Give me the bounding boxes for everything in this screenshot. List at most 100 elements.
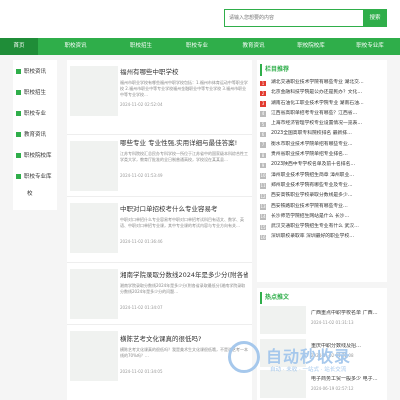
ranking-item-label: 湖南石油化工职业技术学院专业 湖南石油… [271, 100, 364, 106]
article-thumbnail[interactable] [70, 203, 118, 253]
list-item[interactable]: 中职对口单招校考什么专业容易考 中职对口单招什么专业容易考中职对口单招考试科目有… [67, 197, 252, 263]
search-box: 搜索 [224, 9, 387, 27]
article-title[interactable]: 中职对口单招校考什么专业容易考 [120, 205, 248, 214]
sidebar-item-majors[interactable]: 职校专业 [13, 104, 57, 124]
ranking-item[interactable]: 7 衡水市职业技术学院单招有哪些专业… [259, 140, 385, 150]
hot-post-date: 2024-06-19 02:57:12 [311, 386, 354, 391]
ranking-item[interactable]: 9 2023陕西中专学校名单及前十名排名… [259, 160, 385, 170]
sidebar-item-label: 职校资讯 [24, 69, 47, 75]
ranking-item[interactable]: 14 长沙师范学院招生网站是什么 长沙… [259, 212, 385, 222]
nav-major-database[interactable]: 职校专业库 [340, 38, 400, 55]
ranking-item[interactable]: 5 上海市经济管理学校专业设置情况一览表… [259, 119, 385, 129]
sidebar-item-vocational-news[interactable]: 职校资讯 [13, 62, 57, 82]
rank-badge: 12 [260, 193, 266, 200]
article-date: 2024-11-02 01:34:07 [120, 305, 163, 310]
nav-home[interactable]: 首页 [0, 38, 38, 55]
ranking-title: 栏目推荐 [260, 64, 384, 76]
rank-badge: 14 [260, 214, 266, 220]
rank-badge: 1 [260, 80, 266, 86]
search-input[interactable] [225, 10, 365, 26]
rank-badge: 11 [260, 183, 266, 189]
sidebar-item-admissions[interactable]: 职校招生 [13, 83, 57, 103]
ranking-item[interactable]: 3 湖南石油化工职业技术学院专业 湖南石油… [259, 99, 385, 109]
article-excerpt: 中职对口单招什么专业容易考中职对口单招考试科目有语文、数学、英语、中职对口单招专… [120, 217, 244, 228]
ranking-item-label: 北京金融科技学院是公办还是民办？文化… [271, 90, 363, 96]
article-title[interactable]: 福州有哪些中职学校 [120, 68, 248, 77]
bullet-icon [16, 153, 21, 158]
article-date: 2024-11-02 01:36:46 [120, 239, 163, 244]
rank-badge: 3 [260, 101, 266, 107]
ranking-item-label: 2023陕西中专学校名单及前十名排名… [271, 162, 356, 168]
ranking-item-label: 湖北交通职业技术学院有哪些专业 湖北交… [271, 80, 364, 85]
ranking-item-label: 郑州职业技术学院有哪些专业及专业… [271, 182, 353, 188]
sidebar-item-education-news[interactable]: 教育资讯 [13, 125, 57, 145]
ranking-item[interactable]: 4 江西省高职单招考专业有哪些？江西省… [259, 109, 385, 119]
rank-badge: 13 [260, 204, 266, 210]
bullet-icon [16, 69, 21, 74]
nav-admissions[interactable]: 职校招生 [113, 38, 169, 55]
ranking-item[interactable]: 15 武汉交通职业学院招生专业有什么 武汉… [259, 222, 385, 232]
rank-badge: 8 [260, 152, 266, 159]
sidebar-overflow-text: 校 [27, 191, 33, 197]
ranking-item[interactable]: 6 2023全国高职专科院校排名 最新排… [259, 129, 385, 139]
article-thumbnail[interactable] [70, 331, 118, 381]
bullet-icon [16, 111, 21, 116]
ranking-item[interactable]: 1 湖北交通职业技术学院有哪些专业 湖北交… [259, 78, 385, 88]
article-thumbnail[interactable] [70, 66, 118, 116]
ranking-item[interactable]: 16 深圳职校录取率 深圳最好的职业学校… [259, 232, 385, 242]
ranking-item-label: 西安高铁职业学校录取分数线是多少… [271, 193, 353, 199]
search-button[interactable]: 搜索 [363, 9, 387, 27]
ranking-item-label: 长沙师范学院招生网站是什么 长沙… [271, 213, 350, 219]
watermark-sub-text: 自动 · 未收 · 一站式 · 站长交流 [270, 367, 347, 373]
rank-badge: 7 [260, 142, 266, 148]
rank-badge: 5 [260, 121, 266, 128]
sidebar-item-label: 教育资讯 [24, 132, 47, 138]
rank-badge: 10 [260, 173, 266, 179]
nav-education-news[interactable]: 教育资讯 [225, 38, 282, 55]
hot-thumbnail[interactable] [260, 306, 306, 334]
article-excerpt: 江苏专科院校汇总民办专科学校一所位于江苏省中的国家级本科综合性工学类大学，教育厅… [120, 151, 248, 162]
rank-badge: 16 [260, 234, 266, 241]
ranking-item-label: 深圳职校录取率 深圳最好的职业学校… [271, 234, 355, 240]
ranking-item-label: 江西省高职单招考专业有哪些？江西省… [271, 110, 358, 116]
main-nav: 首页 职校资讯 职校招生 职校专业 教育资讯 职校院校库 职校专业库 [0, 38, 400, 55]
article-thumbnail[interactable] [70, 269, 118, 319]
list-item[interactable]: 广西重点中职学校名单 广西… 2024-11-02 01:31:13 [257, 306, 387, 336]
sidebar-item-label: 职校招生 [24, 90, 47, 96]
article-date: 2024-11-02 02:52:04 [120, 102, 163, 107]
ranking-item[interactable]: 10 漳州职业技术学院招生简章 漳州职业… [259, 171, 385, 181]
ranking-item[interactable]: 13 西安铁路职业技术学院有哪些专业… [259, 202, 385, 212]
ranking-box: 栏目推荐 1 湖北交通职业技术学院有哪些专业 湖北交… 2 北京金融科技学院是公办还… [257, 60, 387, 282]
rank-badge: 6 [260, 131, 266, 138]
sidebar-item-school-database[interactable]: 职校院校库 [13, 146, 57, 166]
list-item[interactable]: 湘南学院录取分数线2024年是多少分(附各省录取最低… 湘南学院录取分数线202… [67, 263, 252, 325]
article-date: 2024-11-02 01:53:49 [120, 173, 163, 178]
ranking-item-label: 2023全国高职专科院校排名 最新排… [271, 131, 352, 137]
ranking-item-label: 西安铁路职业技术学院有哪些专业… [271, 203, 348, 209]
list-item[interactable]: 福州有哪些中职学校 福州市职业学校有哪些福州中职学校包括：1.福州市体育运动中等… [67, 60, 252, 135]
hot-post-date: 2024-11-02 01:31:13 [311, 320, 354, 325]
hot-post-title[interactable]: 广西重点中职学校名单 广西… [311, 310, 385, 317]
ranking-item-label: 武汉交通职业学院招生专业有什么 武汉… [271, 224, 359, 230]
sidebar: 职校资讯 职校招生 职校专业 教育资讯 职校院校库 职校专业库 校 [13, 60, 57, 210]
ranking-item-label: 衡水市职业技术学院单招有哪些专业… [271, 141, 353, 147]
ranking-item-label: 贵州省职业技术学院单招专业排名… [271, 152, 348, 158]
sidebar-item-label: 职校院校库 [24, 153, 52, 159]
bullet-icon [16, 90, 21, 95]
hot-post-title[interactable]: 电子商务工贸一般多少 电子… [311, 376, 385, 383]
watermark-logo: 自动秒收录 自动 · 未收 · 一站式 · 站长交流 [228, 341, 388, 375]
nav-vocational-news[interactable]: 职校资讯 [38, 38, 113, 55]
article-title[interactable]: 湘南学院录取分数线2024年是多少分(附各省录取最低… [120, 271, 248, 280]
ranking-item[interactable]: 8 贵州省职业技术学院单招专业排名… [259, 150, 385, 160]
ranking-item[interactable]: 2 北京金融科技学院是公办还是民办？文化… [259, 88, 385, 98]
article-excerpt: 湘南学院录取分数线2024年是多少分(附各省录取最低分)湘南学院录取分数线202… [120, 283, 246, 294]
ranking-item[interactable]: 11 郑州职业技术学院有哪些专业及专业… [259, 181, 385, 191]
list-item[interactable]: 哪些专业 专业性强,实用详细与最佳答案! 江苏专科院校汇总民办专科学校一所位于江… [67, 135, 252, 197]
ranking-item[interactable]: 12 西安高铁职业学校录取分数线是多少… [259, 191, 385, 201]
rank-badge: 15 [260, 224, 266, 231]
article-thumbnail[interactable] [70, 141, 118, 191]
article-title[interactable]: 哪些专业 专业性强,实用详细与最佳答案! [120, 139, 248, 148]
nav-school-database[interactable]: 职校院校库 [282, 38, 340, 55]
nav-majors[interactable]: 职校专业 [169, 38, 225, 55]
list-item[interactable]: 横陈艺考文化课真的很低吗? 横陈艺考文化课真的很低吗？我是美术生文化课很低哦，不… [67, 325, 252, 400]
